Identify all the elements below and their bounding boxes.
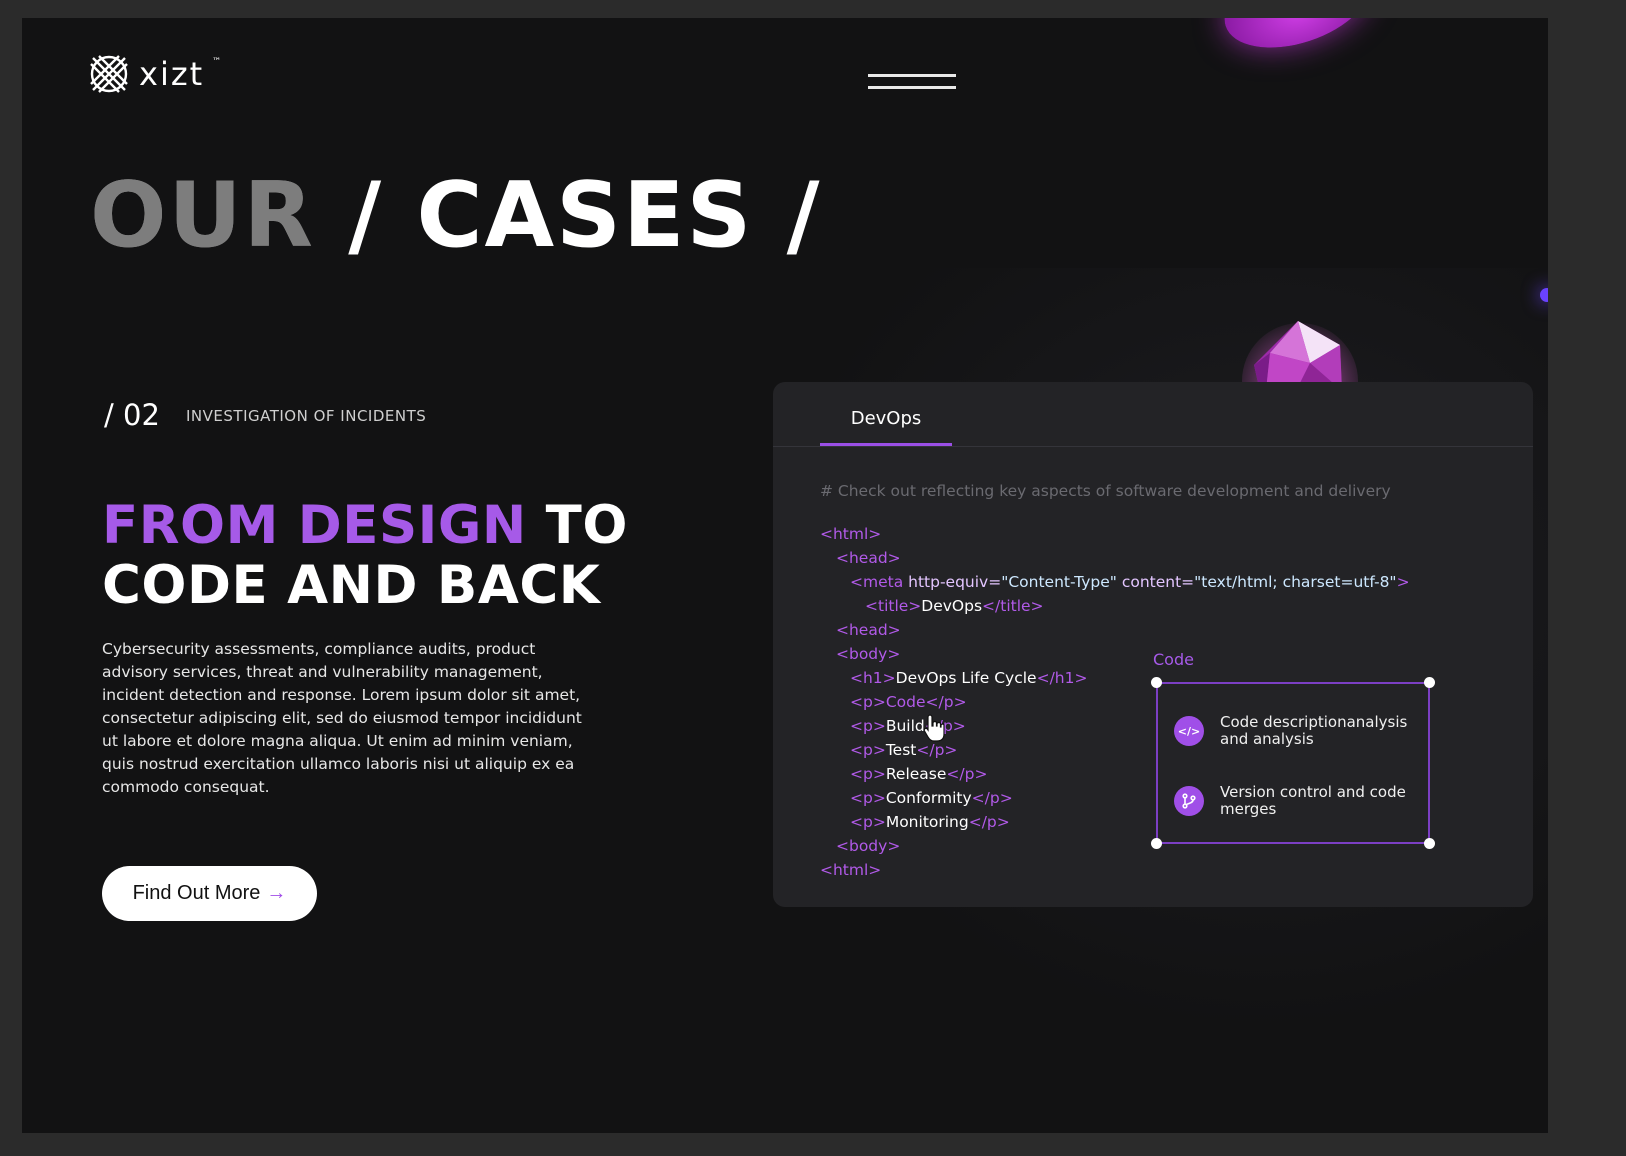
code-string: "Content-Type" xyxy=(1001,573,1117,591)
code-attr: content= xyxy=(1116,573,1195,591)
menu-line-icon xyxy=(868,74,956,77)
code-line: <meta http-equiv="Content-Type" content=… xyxy=(820,570,1410,594)
code-panel: DevOps # Check out reflecting key aspect… xyxy=(773,382,1533,907)
code-line: <title>DevOps</title> xyxy=(820,594,1410,618)
code-tag: <p> xyxy=(850,717,886,735)
code-text: Monitoring xyxy=(885,813,969,831)
resize-handle[interactable] xyxy=(1424,677,1435,688)
resize-handle[interactable] xyxy=(1424,838,1435,849)
find-out-more-button[interactable]: Find Out More → xyxy=(102,866,317,921)
decorative-dot xyxy=(1540,288,1548,302)
code-line: <head> xyxy=(820,618,1410,642)
decorative-blob xyxy=(1213,18,1381,65)
code-tag: <p> xyxy=(850,693,886,711)
selection-item: </> Code descriptionanalysis and analysi… xyxy=(1174,714,1419,748)
code-string: "text/html; charset=utf-8" xyxy=(1194,573,1397,591)
code-text-selected: Code xyxy=(885,693,926,711)
logo[interactable]: xizt ™ xyxy=(87,52,221,96)
code-tag: </p> xyxy=(946,765,988,783)
code-tag: <p> xyxy=(850,813,886,831)
code-tag: <body> xyxy=(836,645,901,663)
code-comment: # Check out reflecting key aspects of so… xyxy=(820,482,1391,500)
code-text: DevOps Life Cycle xyxy=(895,669,1037,687)
selection-label: Code xyxy=(1153,650,1194,669)
code-line: <html> xyxy=(820,858,1410,882)
code-tag: <head> xyxy=(836,549,901,567)
code-tag: <h1> xyxy=(850,669,896,687)
case-number: / 02 xyxy=(104,398,160,432)
logo-text: xizt xyxy=(139,55,205,93)
code-tag: <head> xyxy=(836,621,901,639)
find-out-more-label: Find Out More xyxy=(132,882,261,904)
hand-cursor-icon xyxy=(923,714,945,742)
page-title: OUR / CASES / xyxy=(90,163,821,268)
headline-accent: FROM DESIGN xyxy=(102,495,527,556)
resize-handle[interactable] xyxy=(1151,838,1162,849)
code-tag: </p> xyxy=(916,741,958,759)
case-label: INVESTIGATION OF INCIDENTS xyxy=(186,407,427,425)
tab-devops[interactable]: DevOps xyxy=(820,408,952,429)
code-text: DevOps xyxy=(921,597,983,615)
code-tag: <body> xyxy=(836,837,901,855)
page-frame: xizt ™ OUR / CASES / / 02 INVESTIGATION … xyxy=(22,18,1548,1133)
code-tag: <p> xyxy=(850,765,886,783)
code-line: <body> xyxy=(820,642,1410,666)
code-tag: <html> xyxy=(820,861,882,879)
code-line: <html> xyxy=(820,522,1410,546)
code-tag: <p> xyxy=(850,789,886,807)
code-tag: </p> xyxy=(968,813,1010,831)
code-tag: </p> xyxy=(925,693,967,711)
arrow-right-icon: → xyxy=(266,882,287,904)
code-tag: <p> xyxy=(850,741,886,759)
code-tag: > xyxy=(1396,573,1410,591)
selection-item-text: Version control and code merges xyxy=(1220,783,1406,818)
case-description: Cybersecurity assessments, compliance au… xyxy=(102,640,582,796)
code-text: Conformity xyxy=(885,789,972,807)
headline-line1-rest: TO xyxy=(526,495,628,556)
headline-line2: CODE AND BACK xyxy=(102,555,601,616)
code-icon: </> xyxy=(1174,716,1204,746)
case-headline: FROM DESIGN TO CODE AND BACK xyxy=(102,496,628,616)
logo-mark-icon xyxy=(90,55,128,93)
tab-active-indicator xyxy=(820,443,952,446)
code-tag: <html> xyxy=(820,525,882,543)
logo-trademark: ™ xyxy=(212,57,222,67)
code-attr: http-equiv= xyxy=(903,573,1002,591)
page-title-cases: / CASES / xyxy=(348,163,822,268)
code-tag: </h1> xyxy=(1036,669,1088,687)
code-tag: </p> xyxy=(971,789,1013,807)
selection-item: Version control and code merges xyxy=(1174,784,1419,818)
code-text: Build xyxy=(885,717,925,735)
page-title-our: OUR xyxy=(90,163,315,268)
tab-bar: DevOps xyxy=(773,382,1533,447)
code-tag: <title> xyxy=(865,597,922,615)
code-tag: <meta xyxy=(850,573,904,591)
code-text: Release xyxy=(885,765,947,783)
selection-item-text: Code descriptionanalysis and analysis xyxy=(1220,713,1408,748)
git-branch-icon xyxy=(1174,786,1204,816)
resize-handle[interactable] xyxy=(1151,677,1162,688)
code-tag: </title> xyxy=(982,597,1044,615)
code-text: Test xyxy=(885,741,917,759)
code-line: <head> xyxy=(820,546,1410,570)
menu-line-icon xyxy=(868,86,956,89)
selection-box[interactable]: </> Code descriptionanalysis and analysi… xyxy=(1151,677,1435,849)
menu-button[interactable] xyxy=(868,74,958,98)
